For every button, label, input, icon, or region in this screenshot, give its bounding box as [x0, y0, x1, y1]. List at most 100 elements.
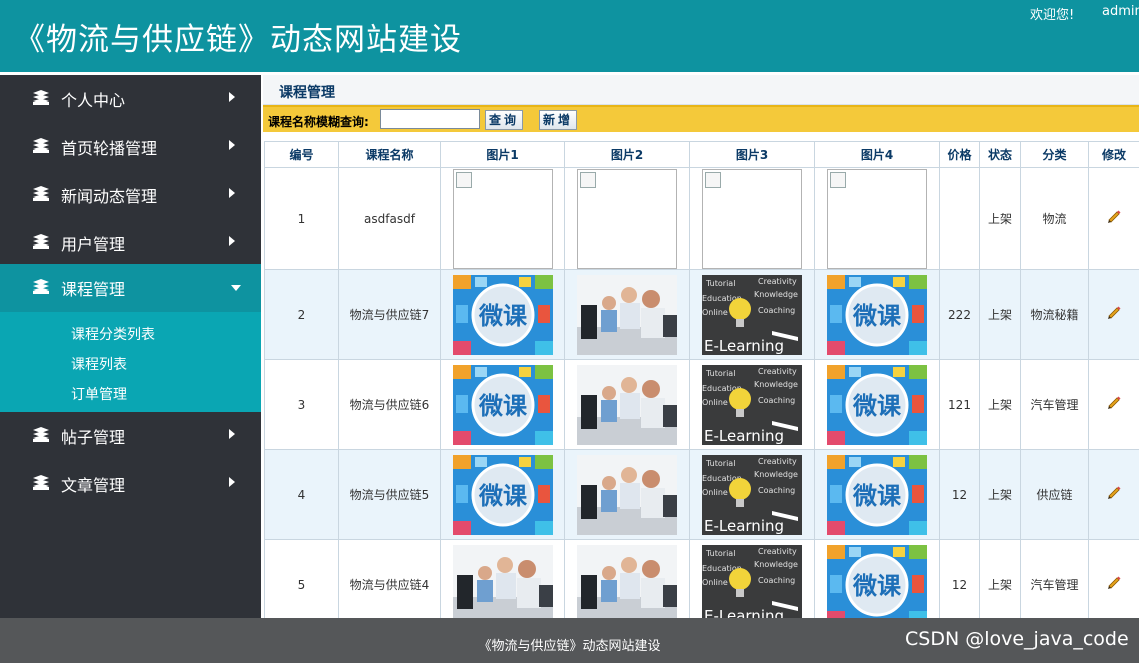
cell-picture-1: 微课: [440, 449, 565, 540]
column-header: 状态: [979, 141, 1021, 168]
weike-thumbnail-image: 微课: [827, 274, 927, 355]
sidebar-item-label: 帖子管理: [61, 428, 126, 447]
current-user[interactable]: admin: [1102, 4, 1139, 19]
weike-thumbnail-image: 微课: [827, 454, 927, 535]
chalk-word: Knowledge: [754, 290, 798, 299]
chalk-word: Online: [702, 398, 728, 407]
sidebar-item-label: 用户管理: [61, 235, 126, 254]
cell-picture-3: Tutorial Creativity Knowledge Coaching E…: [689, 449, 815, 540]
column-header: 图片1: [440, 141, 565, 168]
elearning-text: E-Learning: [704, 517, 784, 535]
cell-picture-4: 微课: [814, 449, 940, 540]
picture: [452, 544, 553, 618]
weike-text: 微课: [852, 482, 902, 510]
picture: [577, 544, 677, 618]
sidebar-item-carousel[interactable]: 首页轮播管理: [0, 123, 261, 171]
chalk-word: Creativity: [758, 457, 797, 466]
sidebar-item-posts[interactable]: 帖子管理: [0, 412, 261, 460]
course-table-container: 编号 课程名称 图片1 图片2 图片3 图片4 价格 状态 分类 修改 1 asdfasdf 上架 物流…: [264, 141, 1139, 618]
weike-thumbnail-image: 微课: [452, 274, 553, 355]
sidebar-item-label: 个人中心: [61, 91, 126, 110]
layers-icon: [33, 279, 49, 294]
elearning-chalkboard-image: Tutorial Creativity Knowledge Coaching E…: [702, 274, 802, 355]
submenu-item-course-categories[interactable]: 课程分类列表: [71, 324, 155, 344]
broken-image-icon: [705, 171, 721, 188]
chalk-word: Coaching: [758, 576, 795, 585]
picture: 微课: [827, 454, 927, 535]
submenu-item-orders[interactable]: 订单管理: [71, 384, 127, 404]
cell-category: 供应链: [1020, 449, 1089, 540]
caret-right-icon: [229, 188, 235, 198]
add-button[interactable]: 新增: [539, 110, 577, 130]
cell-picture-4: 微课: [814, 359, 940, 450]
sidebar-item-courses[interactable]: 课程管理: [0, 264, 261, 312]
pencil-edit-icon[interactable]: [1106, 305, 1122, 321]
sidebar-item-personal-center[interactable]: 个人中心: [0, 75, 261, 123]
elearning-text: E-Learning: [704, 337, 784, 355]
weike-text: 微课: [478, 482, 528, 510]
submenu-item-course-list[interactable]: 课程列表: [71, 354, 127, 374]
pencil-edit-icon[interactable]: [1106, 209, 1122, 225]
table-row: 2 物流与供应链7 微课 Tutorial Creativity Knowledg…: [264, 269, 1139, 360]
pencil-edit-icon[interactable]: [1106, 575, 1122, 591]
caret-right-icon: [229, 236, 235, 246]
cell-course-name: 物流与供应链4: [338, 539, 441, 618]
picture: Tutorial Creativity Knowledge Coaching E…: [702, 274, 802, 355]
office-people-image: [577, 364, 677, 445]
cell-picture-1: 微课: [440, 269, 565, 360]
broken-image-icon: [455, 171, 472, 188]
caret-right-icon: [229, 429, 235, 439]
course-name-search-input[interactable]: [380, 109, 480, 129]
chalk-word: Knowledge: [754, 380, 798, 389]
cell-id: 2: [264, 269, 339, 360]
main-content: 课程管理 课程名称模糊查询: 查询 新增 编号 课程名称 图片1 图片2 图片3 图片4 价…: [263, 75, 1139, 618]
column-header: 图片2: [564, 141, 690, 168]
chalk-word: Creativity: [758, 547, 797, 556]
cell-course-name: 物流与供应链7: [338, 269, 441, 360]
broken-image-icon: [580, 171, 596, 188]
search-bar: 课程名称模糊查询: 查询 新增: [263, 105, 1139, 132]
weike-text: 微课: [852, 392, 902, 420]
cell-picture-3: [689, 167, 815, 270]
cell-picture-4: [814, 167, 940, 270]
cell-status: 上架: [979, 359, 1021, 450]
column-header: 编号: [264, 141, 339, 168]
weike-text: 微课: [852, 302, 902, 330]
picture: Tutorial Creativity Knowledge Coaching E…: [702, 454, 802, 535]
table-row: 1 asdfasdf 上架 物流: [264, 167, 1139, 270]
cell-picture-1: [440, 539, 565, 618]
office-people-image: [577, 544, 677, 618]
weike-thumbnail-image: 微课: [827, 544, 927, 618]
pencil-edit-icon[interactable]: [1106, 395, 1122, 411]
picture: [577, 274, 677, 355]
sidebar-item-label: 首页轮播管理: [61, 139, 158, 158]
cell-course-name: 物流与供应链5: [338, 449, 441, 540]
table-row: 4 物流与供应链5 微课 Tutorial Creativity Knowledg…: [264, 449, 1139, 540]
cell-edit: [1088, 269, 1139, 360]
search-button[interactable]: 查询: [485, 110, 523, 130]
column-header: 课程名称: [338, 141, 441, 168]
sidebar-item-users[interactable]: 用户管理: [0, 219, 261, 267]
layers-icon: [33, 234, 49, 249]
sidebar-menu: 个人中心 首页轮播管理 新闻动态管理 用户管理 课程管理 课程分类列表 课程列表…: [0, 72, 261, 618]
cell-status: 上架: [979, 539, 1021, 618]
cell-category: 汽车管理: [1020, 359, 1089, 450]
chalk-word: Creativity: [758, 367, 797, 376]
app-window: 《物流与供应链》动态网站建设 欢迎您! admin 个人中心 首页轮播管理 新闻…: [0, 0, 1139, 663]
site-title: 《物流与供应链》动态网站建设: [14, 22, 462, 58]
cell-status: 上架: [979, 449, 1021, 540]
pencil-edit-icon[interactable]: [1106, 485, 1122, 501]
chalk-word: Tutorial: [705, 459, 735, 468]
chalk-word: Online: [702, 308, 728, 317]
cell-course-name: 物流与供应链6: [338, 359, 441, 450]
chalk-word: Creativity: [758, 277, 797, 286]
sidebar-item-news[interactable]: 新闻动态管理: [0, 171, 261, 219]
elearning-text: E-Learning: [704, 427, 784, 445]
content-title-bar: 课程管理: [263, 75, 1139, 105]
cell-picture-4: 微课: [814, 269, 940, 360]
sidebar-item-articles[interactable]: 文章管理: [0, 460, 261, 508]
broken-image: [452, 168, 553, 269]
cell-id: 3: [264, 359, 339, 450]
picture: 微课: [827, 364, 927, 445]
cell-edit: [1088, 539, 1139, 618]
